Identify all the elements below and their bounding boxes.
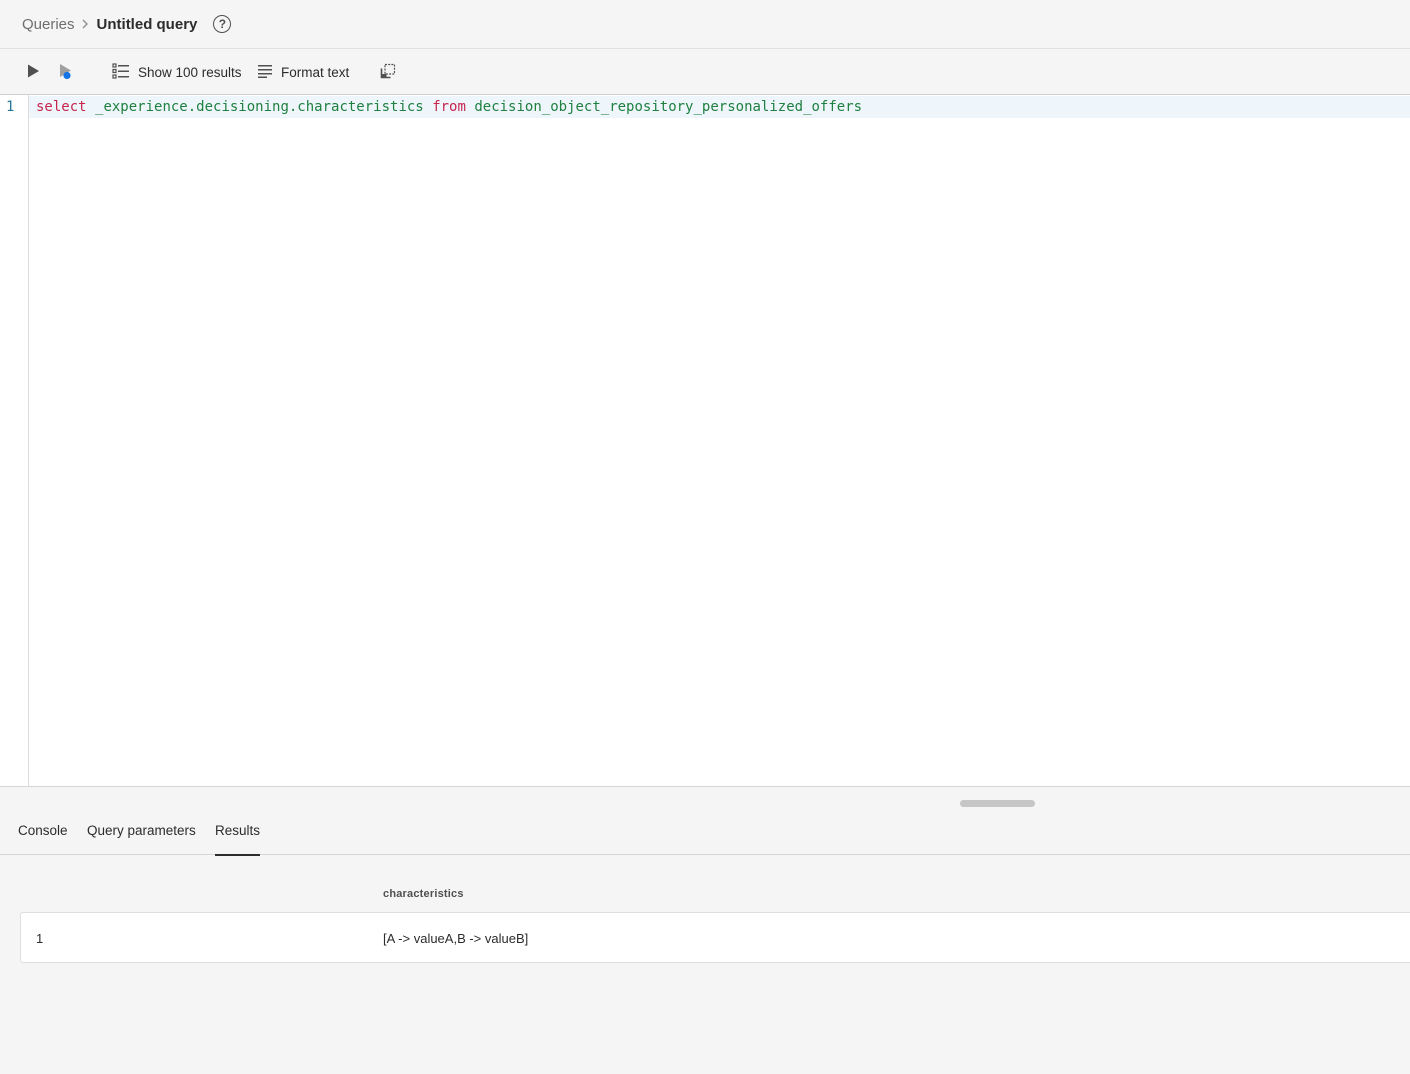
tab-results[interactable]: Results [215, 823, 261, 856]
line-number: 1 [6, 99, 15, 115]
table-row[interactable]: 1 [A -> valueA,B -> valueB] [20, 912, 1410, 963]
help-icon[interactable]: ? [213, 15, 232, 33]
sql-keyword: select [36, 99, 87, 115]
sql-identifier: _experience.decisioning.characteristics [95, 99, 424, 115]
results-column-header: characteristics [383, 888, 464, 900]
query-toolbar: Show 100 results Format text [0, 49, 1410, 95]
row-cell: [A -> valueA,B -> valueB] [383, 931, 529, 946]
run-query-button[interactable] [25, 49, 41, 95]
show-results-button[interactable]: Show 100 results [112, 49, 242, 95]
list-icon [112, 62, 130, 82]
panel-resize-handle[interactable] [960, 800, 1035, 807]
copy-button[interactable] [380, 49, 396, 95]
chevron-right-icon [75, 15, 97, 33]
format-text-label: Format text [281, 64, 350, 80]
copy-icon [380, 63, 396, 82]
text-align-icon [257, 64, 273, 81]
sql-editor[interactable]: 1 select _experience.decisioning.charact… [0, 95, 1410, 786]
panel-tabs: Console Query parameters Results [0, 817, 1410, 856]
bottom-panel: Console Query parameters Results charact… [0, 786, 1410, 1074]
play-icon [25, 63, 41, 82]
show-results-label: Show 100 results [138, 64, 242, 80]
tab-console[interactable]: Console [18, 823, 68, 838]
sql-keyword: from [432, 99, 466, 115]
sql-identifier: decision_object_repository_personalized_… [474, 99, 863, 115]
editor-gutter [0, 95, 29, 786]
row-index: 1 [36, 931, 44, 946]
code-line[interactable]: select _experience.decisioning.character… [36, 99, 862, 115]
tab-query-parameters[interactable]: Query parameters [87, 823, 196, 838]
page-title: Untitled query [96, 15, 198, 33]
play-selection-icon [57, 62, 75, 83]
breadcrumb-queries-link[interactable]: Queries [22, 16, 75, 33]
run-selected-button[interactable] [57, 49, 75, 95]
breadcrumb: Queries Untitled query ? [22, 15, 232, 33]
format-text-button[interactable]: Format text [257, 49, 349, 95]
page-header: Queries Untitled query ? [0, 0, 1410, 49]
